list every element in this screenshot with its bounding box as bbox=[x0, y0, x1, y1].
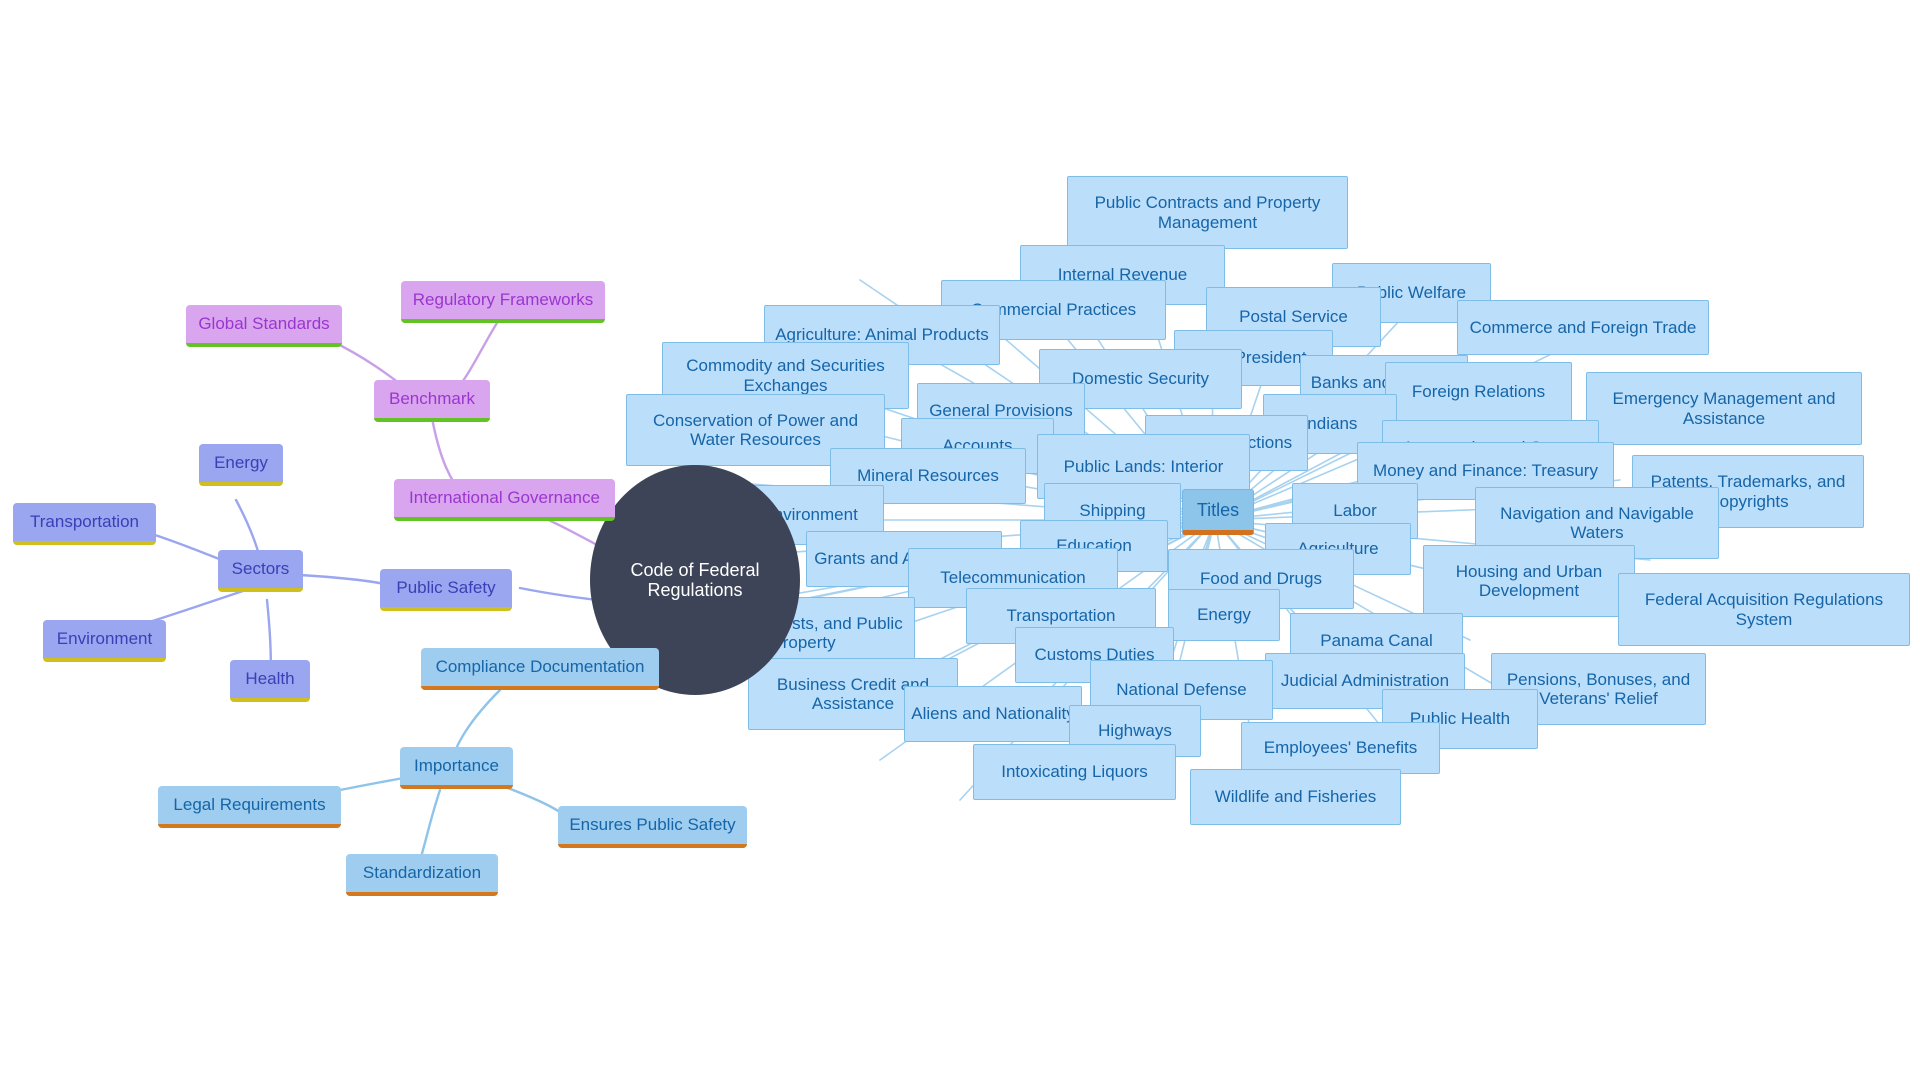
importance-node-legal-requirements[interactable]: Legal Requirements bbox=[158, 786, 341, 828]
importance-node-standardization[interactable]: Standardization bbox=[346, 854, 498, 896]
sector-node-transportation[interactable]: Transportation bbox=[13, 503, 156, 545]
sector-node-hub[interactable]: Sectors bbox=[218, 550, 303, 592]
governance-node-international-governance[interactable]: International Governance bbox=[394, 479, 615, 521]
public-safety-node[interactable]: Public Safety bbox=[380, 569, 512, 611]
title-node[interactable]: Commerce and Foreign Trade bbox=[1457, 300, 1709, 355]
mindmap-canvas: Public Contracts and Property Management… bbox=[0, 0, 1920, 1080]
title-node[interactable]: Intoxicating Liquors bbox=[973, 744, 1176, 800]
title-node[interactable]: Emergency Management and Assistance bbox=[1586, 372, 1862, 445]
importance-hub-node[interactable]: Importance bbox=[400, 747, 513, 789]
titles-hub-node[interactable]: Titles bbox=[1182, 489, 1254, 535]
sector-node-environment[interactable]: Environment bbox=[43, 620, 166, 662]
sector-node-energy[interactable]: Energy bbox=[199, 444, 283, 486]
title-node[interactable]: Wildlife and Fisheries bbox=[1190, 769, 1401, 825]
title-node[interactable]: Aliens and Nationality bbox=[904, 686, 1082, 742]
title-node[interactable]: Energy bbox=[1168, 589, 1280, 641]
importance-node-ensures-public-safety[interactable]: Ensures Public Safety bbox=[558, 806, 747, 848]
title-node[interactable]: Housing and Urban Development bbox=[1423, 545, 1635, 617]
governance-node-regulatory-frameworks[interactable]: Regulatory Frameworks bbox=[401, 281, 605, 323]
title-node[interactable]: Employees' Benefits bbox=[1241, 722, 1440, 774]
governance-node-global-standards[interactable]: Global Standards bbox=[186, 305, 342, 347]
sector-node-health[interactable]: Health bbox=[230, 660, 310, 702]
compliance-documentation-node[interactable]: Compliance Documentation bbox=[421, 648, 659, 690]
governance-node-benchmark[interactable]: Benchmark bbox=[374, 380, 490, 422]
title-node[interactable]: Federal Acquisition Regulations System bbox=[1618, 573, 1910, 646]
title-node[interactable]: Public Contracts and Property Management bbox=[1067, 176, 1348, 249]
title-node[interactable]: Foreign Relations bbox=[1385, 362, 1572, 422]
